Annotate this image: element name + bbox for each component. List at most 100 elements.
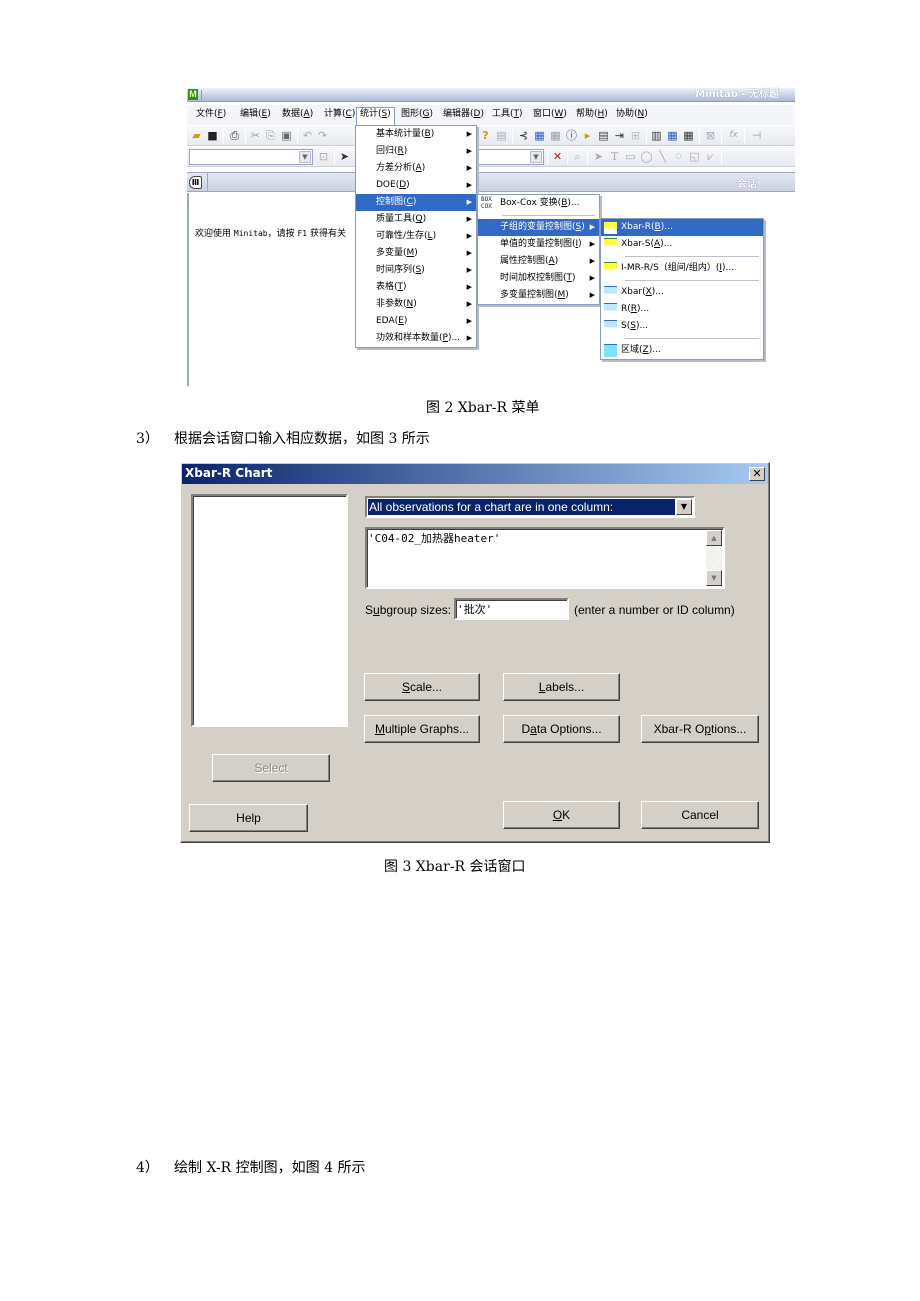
menu-item-reliability[interactable]: 可靠性/生存(L) ▶: [356, 228, 476, 245]
menu-item-i-mr-r-s[interactable]: I-MR-R/S（组间/组内）(I)...: [601, 260, 763, 277]
menu-item-attributes-charts[interactable]: 属性控制图(A) ▶: [478, 253, 599, 270]
insert-icon[interactable]: ⊣: [750, 129, 763, 142]
menu-item-quality-tools[interactable]: 质量工具(Q) ▶: [356, 211, 476, 228]
xbar-chart-icon: [604, 286, 617, 299]
session-icon[interactable]: ⊰: [517, 129, 530, 142]
menu-item-eda[interactable]: EDA(E) ▶: [356, 313, 476, 330]
menu-item-s[interactable]: S(S)...: [601, 318, 763, 335]
menu-item-regression[interactable]: 回归(R) ▶: [356, 143, 476, 160]
data-arrangement-dropdown[interactable]: All observations for a chart are in one …: [365, 496, 695, 518]
pointer-icon[interactable]: ➤: [592, 150, 605, 163]
menu-item-power-sample-size[interactable]: 功效和样本数量(P)... ▶: [356, 330, 476, 347]
menu-tools[interactable]: 工具(T): [489, 108, 526, 121]
open-icon[interactable]: ▰: [190, 129, 203, 142]
select-arrow-icon[interactable]: ➤: [338, 150, 351, 163]
report-icon[interactable]: ⇥: [613, 129, 626, 142]
close-graphs-icon[interactable]: ⊠: [704, 129, 717, 142]
line-icon[interactable]: ╲: [656, 150, 669, 163]
menu-item-time-weighted[interactable]: 时间加权控制图(T) ▶: [478, 270, 599, 287]
menu-item-box-cox[interactable]: BOX COX Box-Cox 变换(B)...: [478, 195, 599, 212]
scroll-down-icon[interactable]: ▼: [706, 570, 722, 586]
table-icon[interactable]: ▦: [682, 129, 695, 142]
menu-window[interactable]: 窗口(W): [530, 108, 570, 121]
labels-button[interactable]: Labels...: [503, 673, 620, 701]
fx-icon[interactable]: fx: [727, 129, 740, 142]
ellipse-icon[interactable]: ◯: [640, 150, 653, 163]
toolbar-combo[interactable]: ▼: [189, 149, 313, 165]
close-button[interactable]: ✕: [749, 467, 765, 481]
zoom-icon[interactable]: ⌕: [571, 150, 584, 163]
cancel-button[interactable]: Cancel: [641, 801, 759, 829]
worksheet-icon[interactable]: ▦: [533, 129, 546, 142]
menu-item-zone[interactable]: 区域(Z)...: [601, 342, 763, 359]
menu-calc[interactable]: 计算(C): [321, 108, 358, 121]
menu-edit[interactable]: 编辑(E): [237, 108, 274, 121]
menu-stat[interactable]: 统计(S): [356, 107, 395, 125]
scroll-up-icon[interactable]: ▲: [706, 530, 722, 546]
menu-item-xbar-r[interactable]: Xbar-R(B)...: [601, 219, 763, 236]
menu-item-basic-stats[interactable]: 基本统计量(B) ▶: [356, 126, 476, 143]
graph-window-icon[interactable]: ▦: [549, 129, 562, 142]
data-options-button[interactable]: Data Options...: [503, 715, 620, 743]
dropdown-arrow-icon[interactable]: ▼: [530, 151, 542, 163]
delete-icon[interactable]: ✕: [551, 150, 564, 163]
subgroup-sizes-hint: (enter a number or ID column): [574, 603, 735, 617]
scale-button[interactable]: Scale...: [364, 673, 480, 701]
menu-help[interactable]: 帮助(H): [573, 108, 611, 121]
polygon-icon[interactable]: ◱: [688, 150, 701, 163]
menu-item-tables[interactable]: 表格(T) ▶: [356, 279, 476, 296]
copy-icon[interactable]: ⎘: [264, 129, 277, 142]
menu-item-control-charts[interactable]: 控制图(C) ▶: [356, 194, 476, 211]
text-tool-icon[interactable]: T: [608, 150, 621, 163]
menu-graph[interactable]: 图形(G): [398, 108, 436, 121]
menu-assist[interactable]: 协助(N): [613, 108, 651, 121]
tree-icon[interactable]: ⊞: [629, 129, 642, 142]
select-button[interactable]: Select: [212, 754, 330, 782]
menu-item-variables-subgroups[interactable]: 子组的变量控制图(S) ▶: [478, 219, 599, 236]
figure-2-caption: 图 2 Xbar-R 菜单: [426, 400, 540, 416]
menu-item-doe[interactable]: DOE(D) ▶: [356, 177, 476, 194]
menu-item-xbar-s[interactable]: Xbar-S(A)...: [601, 236, 763, 253]
paste-icon[interactable]: ▣: [280, 129, 293, 142]
history-icon[interactable]: ▤: [597, 129, 610, 142]
menu-item-multivariate-charts[interactable]: 多变量控制图(M) ▶: [478, 287, 599, 304]
menu-editor[interactable]: 编辑器(D): [440, 108, 487, 121]
menu-item-multivariate[interactable]: 多变量(M) ▶: [356, 245, 476, 262]
xbar-r-chart-dialog: Xbar-R Chart ✕ All observations for a ch…: [180, 462, 770, 843]
xbar-r-options-button[interactable]: Xbar-R Options...: [641, 715, 759, 743]
columns-icon[interactable]: ▥: [650, 129, 663, 142]
command-icon[interactable]: ▸: [581, 129, 594, 142]
menu-item-time-series[interactable]: 时间序列(S) ▶: [356, 262, 476, 279]
dropdown-arrow-icon[interactable]: ▼: [676, 499, 692, 515]
menu-item-r[interactable]: R(R)...: [601, 301, 763, 318]
help-button[interactable]: Help: [189, 804, 308, 832]
menu-item-anova[interactable]: 方差分析(A) ▶: [356, 160, 476, 177]
redo-icon[interactable]: ↷: [316, 129, 329, 142]
dropdown-arrow-icon[interactable]: ▼: [299, 151, 311, 163]
help-icon[interactable]: ?: [479, 129, 492, 142]
dot-icon[interactable]: ○: [672, 150, 685, 163]
properties-icon[interactable]: ⊡: [317, 150, 330, 163]
save-icon[interactable]: ■: [206, 129, 219, 142]
submenu-arrow-icon: ▶: [466, 249, 472, 257]
menu-item-xbar[interactable]: Xbar(X)...: [601, 284, 763, 301]
toolbar-combo-2[interactable]: ▼: [477, 149, 544, 165]
info-icon[interactable]: ⓘ: [565, 129, 578, 142]
undo-icon[interactable]: ↶: [301, 129, 314, 142]
menu-data[interactable]: 数据(A): [279, 108, 316, 121]
grid-icon[interactable]: ▦: [666, 129, 679, 142]
menu-file[interactable]: 文件(F): [193, 108, 229, 121]
print-icon[interactable]: ⎙: [228, 129, 241, 142]
variables-textarea[interactable]: 'C04-02_加热器heater' ▲ ▼: [365, 527, 725, 589]
menu-item-variables-individuals[interactable]: 单值的变量控制图(I) ▶: [478, 236, 599, 253]
ok-button[interactable]: OK: [503, 801, 620, 829]
vertical-scrollbar[interactable]: ▲ ▼: [706, 530, 722, 586]
variables-listbox[interactable]: [191, 494, 348, 727]
cut-icon[interactable]: ✂: [249, 129, 262, 142]
menu-item-nonparametrics[interactable]: 非参数(N) ▶: [356, 296, 476, 313]
subgroup-sizes-input[interactable]: '批次': [454, 598, 569, 620]
multiple-graphs-button[interactable]: Multiple Graphs...: [364, 715, 480, 743]
polyline-icon[interactable]: ⩗: [704, 150, 717, 163]
toolbar-icon[interactable]: ▤: [495, 129, 508, 142]
rectangle-icon[interactable]: ▭: [624, 150, 637, 163]
